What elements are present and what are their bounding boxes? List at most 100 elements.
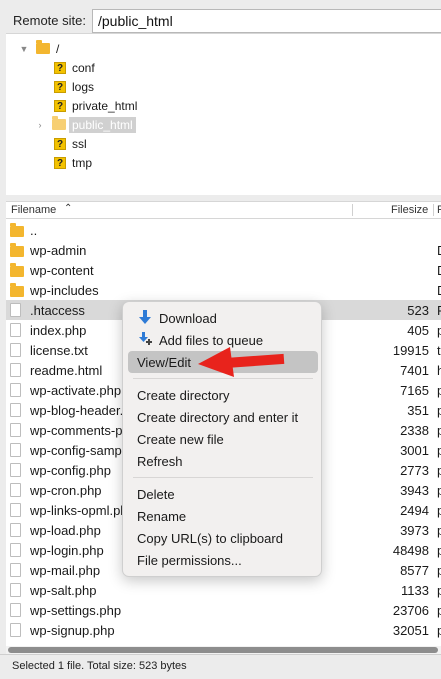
file-row[interactable]: wp-salt.php 1133 p (6, 580, 441, 600)
menu-item-file-permissions[interactable]: File permissions... (137, 553, 242, 568)
tree-item-label: / (56, 41, 60, 56)
file-size: 2773 (400, 463, 429, 478)
file-size: 3973 (400, 523, 429, 538)
menu-item-create-directory-enter[interactable]: Create directory and enter it (137, 410, 298, 425)
sort-ascending-icon[interactable]: ⌃ (64, 203, 72, 214)
tree-item-root[interactable]: ▼ / (18, 39, 59, 58)
tree-item-label: tmp (72, 155, 93, 170)
tree-item-label: ssl (72, 136, 87, 151)
menu-item-rename[interactable]: Rename (137, 509, 186, 524)
document-icon (10, 603, 21, 617)
tree-item-private-html[interactable]: ? private_html (54, 96, 137, 115)
unknown-file-icon: ? (54, 99, 66, 112)
file-type: p (437, 403, 441, 418)
tree-item-label: private_html (72, 98, 138, 113)
remote-site-label: Remote site: (13, 13, 86, 28)
folder-icon (10, 223, 24, 237)
folder-icon (52, 116, 66, 130)
file-type: p (437, 423, 441, 438)
status-bar: Selected 1 file. Total size: 523 bytes (0, 654, 441, 679)
file-type: p (437, 523, 441, 538)
document-icon (10, 323, 21, 337)
document-icon (10, 303, 21, 317)
menu-item-create-new-file[interactable]: Create new file (137, 432, 224, 447)
document-icon (10, 343, 21, 357)
tree-item-tmp[interactable]: ? tmp (54, 153, 92, 172)
file-type: D (437, 243, 441, 258)
file-size: 2494 (400, 503, 429, 518)
file-type: D (437, 283, 441, 298)
file-type: p (437, 603, 441, 618)
file-size: 8577 (400, 563, 429, 578)
column-filetype[interactable]: F (437, 204, 441, 216)
document-icon (10, 403, 21, 417)
tree-item-ssl[interactable]: ? ssl (54, 134, 87, 153)
menu-item-refresh[interactable]: Refresh (137, 454, 183, 469)
file-size: 19915 (392, 343, 429, 358)
file-type: p (437, 383, 441, 398)
file-name: .. (30, 223, 38, 238)
column-divider[interactable] (433, 204, 434, 216)
file-size: 405 (407, 323, 429, 338)
document-icon (10, 523, 21, 537)
file-row[interactable]: wp-settings.php 23706 p (6, 600, 441, 620)
file-size: 1133 (401, 583, 429, 598)
remote-site-path-input[interactable] (92, 9, 441, 33)
file-type: D (437, 263, 441, 278)
tree-item-public-html[interactable]: › public_html (34, 115, 136, 134)
status-text: Selected 1 file. Total size: 523 bytes (12, 660, 187, 672)
folder-icon (10, 263, 24, 277)
file-type: p (437, 623, 441, 638)
document-icon (10, 583, 21, 597)
menu-item-create-directory[interactable]: Create directory (137, 388, 229, 403)
tree-item-label: conf (72, 60, 95, 75)
file-type: p (437, 543, 441, 558)
document-icon (10, 543, 21, 557)
file-size: 48498 (392, 543, 429, 558)
column-divider[interactable] (352, 204, 353, 216)
file-type: p (437, 443, 441, 458)
document-icon (10, 483, 21, 497)
file-size: 7165 (400, 383, 429, 398)
file-type: p (437, 483, 441, 498)
file-name: wp-admin (30, 243, 87, 258)
file-type: h (437, 363, 441, 378)
add-to-queue-icon (139, 332, 152, 345)
menu-item-download[interactable]: Download (159, 311, 217, 326)
tree-item-logs[interactable]: ? logs (54, 77, 94, 96)
document-icon (10, 503, 21, 517)
red-arrow-annotation (198, 347, 285, 377)
file-size: 351 (407, 403, 429, 418)
file-row[interactable]: wp-content D (6, 260, 441, 280)
file-name: wp-settings.php (30, 603, 122, 618)
menu-item-copy-urls[interactable]: Copy URL(s) to clipboard (137, 531, 283, 546)
scrollbar-thumb[interactable] (8, 647, 438, 653)
document-icon (10, 423, 21, 437)
chevron-down-icon[interactable]: ▼ (18, 44, 30, 54)
document-icon (10, 363, 21, 377)
remote-directory-tree: ▼ / ? conf ? logs ? private_html › publi… (6, 33, 441, 195)
horizontal-scrollbar[interactable] (6, 646, 441, 654)
tree-item-conf[interactable]: ? conf (54, 58, 95, 77)
file-row[interactable]: wp-includes D (6, 280, 441, 300)
file-type: p (437, 323, 441, 338)
menu-item-view-edit[interactable]: View/Edit (137, 355, 191, 370)
file-row[interactable]: wp-admin D (6, 240, 441, 260)
unknown-file-icon: ? (54, 80, 66, 93)
file-row[interactable]: .. (6, 220, 441, 240)
file-type: p (437, 563, 441, 578)
column-filename[interactable]: Filename (11, 204, 56, 216)
file-row[interactable]: wp-signup.php 32051 p (6, 620, 441, 640)
menu-item-delete[interactable]: Delete (137, 487, 175, 502)
file-name: wp-salt.php (30, 583, 97, 598)
file-type: p (437, 463, 441, 478)
file-list-header: Filename ⌃ Filesize F (6, 202, 441, 219)
tree-item-label: logs (72, 79, 95, 94)
download-arrow-icon (139, 310, 151, 324)
file-type: p (437, 583, 441, 598)
unknown-file-icon: ? (54, 156, 66, 169)
document-icon (10, 383, 21, 397)
file-type: F (437, 303, 441, 318)
chevron-right-icon[interactable]: › (34, 120, 46, 130)
column-filesize[interactable]: Filesize (391, 204, 428, 216)
